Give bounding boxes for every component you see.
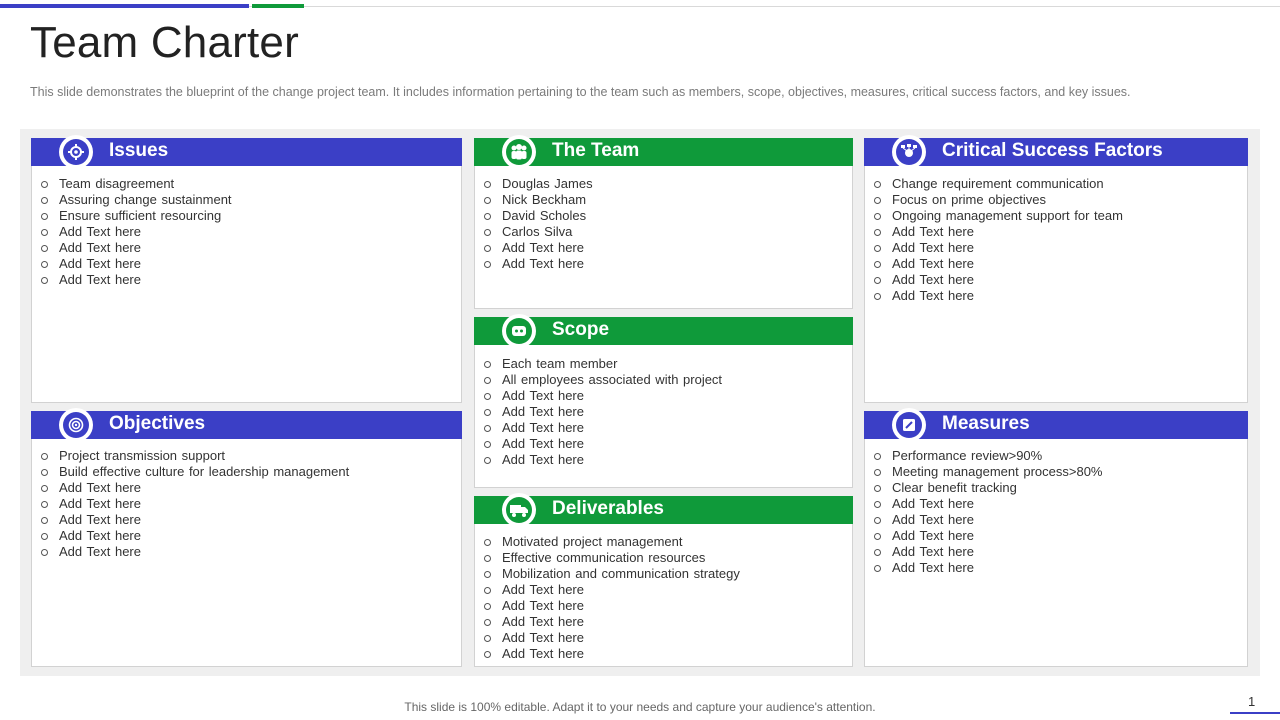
page-number-underline — [1230, 712, 1280, 714]
list-item: Ongoing management support for team — [873, 208, 1123, 224]
issues-list: Team disagreement Assuring change sustain… — [40, 176, 232, 288]
team-card: The Team Douglas James Nick Beckham David … — [474, 135, 853, 309]
list-item: Add Text here — [483, 452, 722, 468]
list-item: Add Text here — [483, 388, 722, 404]
scope-card: Scope Each team member All employees asso… — [474, 314, 853, 488]
issues-header: Issues — [31, 135, 462, 169]
list-item: Add Text here — [483, 404, 722, 420]
issues-card: Issues Team disagreement Assuring change … — [31, 135, 462, 403]
list-item: Mobilization and communication strategy — [483, 566, 740, 582]
list-item: Add Text here — [873, 528, 1102, 544]
list-item: Effective communication resources — [483, 550, 740, 566]
list-item: Motivated project management — [483, 534, 740, 550]
team-header: The Team — [474, 135, 853, 169]
list-item: David Scholes — [483, 208, 593, 224]
list-item: Add Text here — [483, 582, 740, 598]
team-title: The Team — [552, 140, 640, 161]
list-item: Add Text here — [40, 272, 232, 288]
issues-title: Issues — [109, 140, 169, 161]
list-item: Douglas James — [483, 176, 593, 192]
scope-list: Each team member All employees associated… — [483, 356, 722, 468]
list-item: Add Text here — [873, 272, 1123, 288]
list-item: Add Text here — [40, 480, 349, 496]
list-item: Add Text here — [873, 496, 1102, 512]
list-item: Add Text here — [483, 420, 722, 436]
list-item: Add Text here — [873, 512, 1102, 528]
list-item: Add Text here — [483, 436, 722, 452]
list-item: Add Text here — [873, 560, 1102, 576]
csf-title: Critical Success Factors — [942, 140, 1163, 161]
list-item: Add Text here — [873, 240, 1123, 256]
gear-icon — [59, 135, 93, 169]
csf-card: Critical Success Factors Change requirem… — [864, 135, 1248, 403]
scope-header: Scope — [474, 314, 853, 348]
list-item: Clear benefit tracking — [873, 480, 1102, 496]
list-item: Focus on prime objectives — [873, 192, 1123, 208]
list-item: Change requirement communication — [873, 176, 1123, 192]
team-list: Douglas James Nick Beckham David Scholes Ca… — [483, 176, 593, 272]
list-item: Add Text here — [40, 224, 232, 240]
list-item: Add Text here — [40, 512, 349, 528]
list-item: Add Text here — [483, 240, 593, 256]
list-item: Add Text here — [483, 614, 740, 630]
list-item: Project transmission support — [40, 448, 349, 464]
list-item: Add Text here — [873, 224, 1123, 240]
csf-list: Change requirement communication Focus on… — [873, 176, 1123, 304]
page-title: Team Charter — [30, 18, 299, 67]
list-item: All employees associated with project — [483, 372, 722, 388]
list-item: Nick Beckham — [483, 192, 593, 208]
measures-title: Measures — [942, 413, 1030, 434]
list-item: Add Text here — [873, 544, 1102, 560]
network-icon — [892, 135, 926, 169]
scope-icon — [502, 314, 536, 348]
deliverables-title: Deliverables — [552, 498, 664, 519]
list-item: Add Text here — [483, 598, 740, 614]
accent-bar-green — [252, 4, 304, 8]
list-item: Add Text here — [483, 256, 593, 272]
page-subtitle: This slide demonstrates the blueprint of… — [30, 85, 1131, 99]
scope-title: Scope — [552, 319, 610, 340]
deliverables-header: Deliverables — [474, 493, 853, 527]
list-item: Add Text here — [483, 646, 740, 662]
target-icon — [59, 408, 93, 442]
list-item: Meeting management process>80% — [873, 464, 1102, 480]
list-item: Build effective culture for leadership m… — [40, 464, 349, 480]
list-item: Add Text here — [40, 496, 349, 512]
list-item: Add Text here — [873, 256, 1123, 272]
list-item: Add Text here — [40, 240, 232, 256]
list-item: Add Text here — [483, 630, 740, 646]
deliverables-list: Motivated project management Effective co… — [483, 534, 740, 662]
list-item: Carlos Silva — [483, 224, 593, 240]
people-icon — [502, 135, 536, 169]
objectives-title: Objectives — [109, 413, 206, 434]
measures-list: Performance review>90% Meeting management… — [873, 448, 1102, 576]
list-item: Add Text here — [40, 256, 232, 272]
objectives-list: Project transmission support Build effect… — [40, 448, 349, 560]
page-number: 1 — [1248, 694, 1256, 709]
edit-icon — [892, 408, 926, 442]
list-item: Assuring change sustainment — [40, 192, 232, 208]
list-item: Ensure sufficient resourcing — [40, 208, 232, 224]
content-area: Issues Team disagreement Assuring change … — [20, 129, 1260, 676]
measures-header: Measures — [864, 408, 1248, 442]
list-item: Team disagreement — [40, 176, 232, 192]
accent-bar-blue — [0, 4, 249, 8]
list-item: Each team member — [483, 356, 722, 372]
truck-icon — [502, 493, 536, 527]
list-item: Add Text here — [873, 288, 1123, 304]
list-item: Add Text here — [40, 544, 349, 560]
list-item: Performance review>90% — [873, 448, 1102, 464]
objectives-card: Objectives Project transmission support B… — [31, 408, 462, 667]
objectives-header: Objectives — [31, 408, 462, 442]
footer-note: This slide is 100% editable. Adapt it to… — [404, 700, 876, 714]
deliverables-card: Deliverables Motivated project managemen… — [474, 493, 853, 667]
measures-card: Measures Performance review>90% Meeting m… — [864, 408, 1248, 667]
csf-header: Critical Success Factors — [864, 135, 1248, 169]
list-item: Add Text here — [40, 528, 349, 544]
